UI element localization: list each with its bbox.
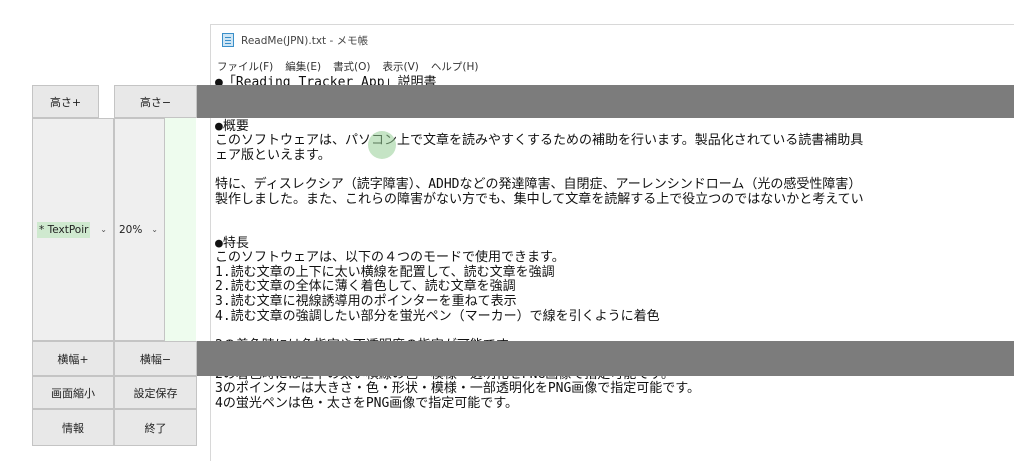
text-line (215, 164, 1014, 179)
menu-view[interactable]: 表示(V) (383, 59, 419, 74)
text-line: 3.読む文章に視線誘導用のポインターを重ねて表示 (215, 293, 517, 309)
text-line: 特に、ディスレクシア（読字障害）、ADHDなどの発達障害、自閉症、アーレンシンド… (215, 177, 862, 193)
width-minus-button[interactable]: 横幅− (114, 341, 197, 376)
mode-select[interactable]: * TextPoir ⌄ (32, 118, 114, 341)
text-line: 2.読む文章の全体に薄く着色して、読む文章を強調 (215, 279, 516, 295)
window-title: ReadMe(JPN).txt - メモ帳 (241, 35, 369, 47)
pointer-highlight (368, 131, 396, 159)
text-line: このソフトウェアは、以下の４つのモードで使用できます。 (215, 250, 565, 266)
menu-help[interactable]: ヘルプ(H) (431, 59, 479, 74)
text-line: ●特長 (215, 235, 249, 251)
text-line (215, 207, 1014, 222)
text-line: ェア版といえます。 (215, 147, 331, 163)
height-minus-button[interactable]: 高さ− (114, 85, 197, 118)
reading-area-tint (165, 118, 196, 341)
text-line: このソフトウェアは、パソコン上で文章を読みやすくするための補助を行います。製品化… (215, 133, 864, 149)
text-line: 3のポインターは大きさ・色・形状・模様・一部透明化をPNG画像で指定可能です。 (215, 381, 701, 397)
title-bar: ReadMe(JPN).txt - メモ帳 (211, 25, 1014, 56)
menu-bar: ファイル(F) 編集(E) 書式(O) 表示(V) ヘルプ(H) (211, 56, 1014, 76)
chevron-down-icon: ⌄ (151, 224, 158, 234)
opacity-select-value: 20% (119, 223, 143, 236)
menu-edit[interactable]: 編集(E) (285, 59, 321, 74)
bottom-guide-bar (196, 341, 1014, 376)
shrink-screen-button[interactable]: 画面縮小 (32, 376, 114, 409)
info-button[interactable]: 情報 (32, 409, 114, 446)
opacity-select[interactable]: 20% ⌄ (114, 118, 165, 341)
chevron-down-icon: ⌄ (100, 224, 107, 234)
text-line: 製作しました。また、これらの障害がない方でも、集中して文章を読解する上で役立つの… (215, 191, 864, 207)
menu-file[interactable]: ファイル(F) (217, 59, 273, 74)
height-plus-button[interactable]: 高さ+ (32, 85, 99, 118)
mode-select-value: * TextPoir (37, 221, 91, 238)
exit-button[interactable]: 終了 (114, 409, 197, 446)
text-line (215, 222, 1014, 237)
menu-format[interactable]: 書式(O) (333, 59, 370, 74)
text-line (215, 324, 1014, 339)
width-plus-button[interactable]: 横幅+ (32, 341, 114, 376)
save-settings-button[interactable]: 設定保存 (114, 376, 197, 409)
top-guide-bar (196, 85, 1014, 118)
text-line: 4.読む文章の強調したい部分を蛍光ペン（マーカー）で線を引くように着色 (215, 308, 660, 324)
text-line: 4の蛍光ペンは色・太さをPNG画像で指定可能です。 (215, 396, 519, 412)
notepad-icon (222, 33, 234, 47)
